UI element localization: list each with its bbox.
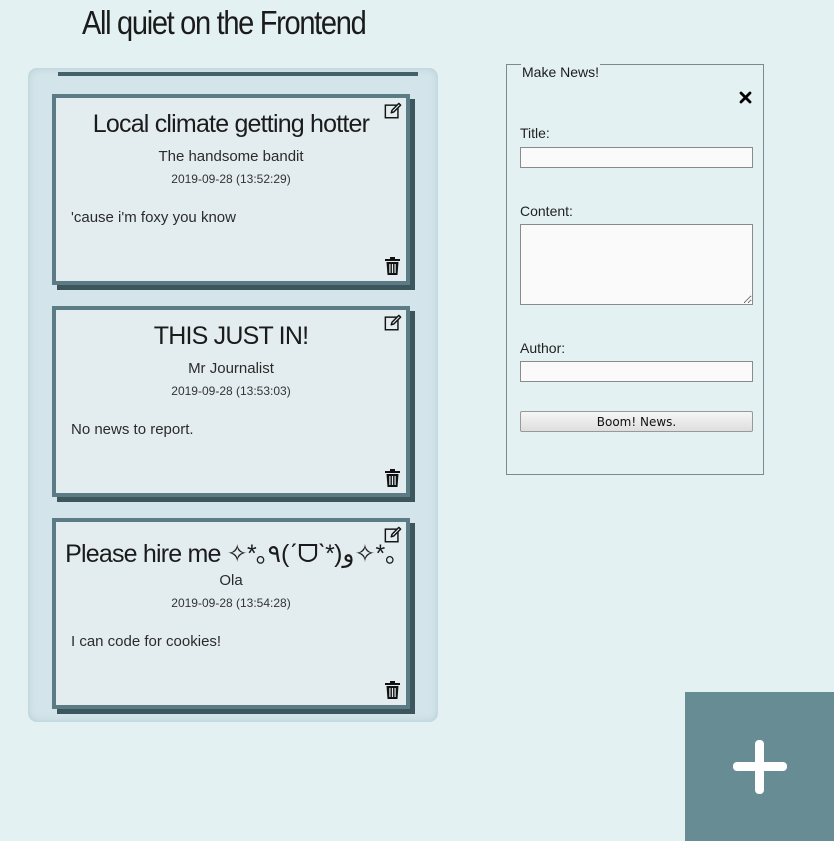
news-card: Please hire me ✧*｡٩(ˊᗜˋ*)و✧*｡ Ola 2019-0… <box>52 518 410 709</box>
trash-icon[interactable] <box>385 469 400 487</box>
article-content: 'cause i'm foxy you know <box>71 209 236 226</box>
trash-icon[interactable] <box>385 681 400 699</box>
title-label: Title: <box>520 125 550 141</box>
page-title: All quiet on the Frontend <box>82 4 367 41</box>
news-card: Local climate getting hotter The handsom… <box>52 94 410 285</box>
news-card: THIS JUST IN! Mr Journalist 2019-09-28 (… <box>52 306 410 497</box>
news-feed: Local climate getting hotter The handsom… <box>28 68 438 722</box>
article-content: No news to report. <box>71 421 194 438</box>
make-news-form: Make News! Title: Content: Author: Boom!… <box>506 64 764 475</box>
article-date: 2019-09-28 (13:52:29) <box>171 172 291 186</box>
article-content: I can code for cookies! <box>71 633 222 650</box>
article-author: The handsome bandit <box>158 148 304 165</box>
add-news-button[interactable] <box>685 692 834 841</box>
close-icon[interactable] <box>739 91 752 104</box>
trash-icon[interactable] <box>385 257 400 275</box>
author-label: Author: <box>520 340 566 356</box>
feed-divider <box>58 72 418 76</box>
title-input[interactable] <box>520 147 753 168</box>
content-textarea[interactable] <box>520 224 753 305</box>
article-title: THIS JUST IN! <box>153 322 309 350</box>
form-legend: Make News! <box>521 64 601 80</box>
author-input[interactable] <box>520 361 753 382</box>
article-author: Mr Journalist <box>188 360 274 377</box>
article-title: Please hire me ✧*｡٩(ˊᗜˋ*)و✧*｡ <box>65 540 398 568</box>
article-date: 2019-09-28 (13:54:28) <box>171 596 291 610</box>
article-title: Local climate getting hotter <box>92 110 370 138</box>
content-label: Content: <box>520 203 573 219</box>
article-date: 2019-09-28 (13:53:03) <box>171 384 291 398</box>
article-author: Ola <box>219 572 243 589</box>
submit-news-button[interactable]: Boom! News. <box>520 411 753 432</box>
